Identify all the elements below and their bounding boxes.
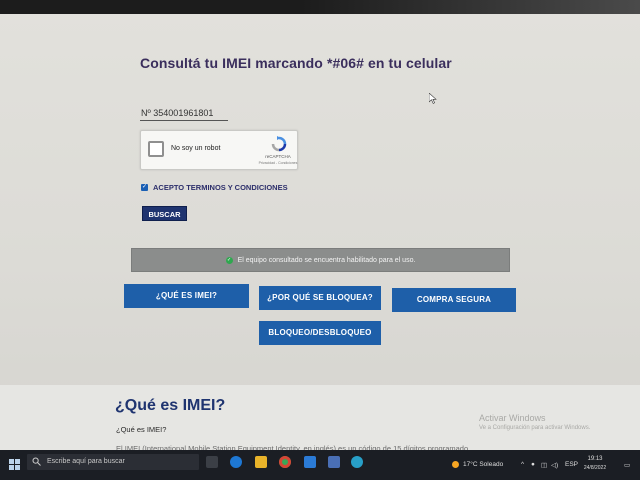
check-circle-icon: ✓ <box>225 256 233 264</box>
file-explorer-icon[interactable] <box>255 456 267 468</box>
imei-input[interactable] <box>140 106 228 121</box>
windows-start-icon[interactable] <box>9 459 21 471</box>
notifications-icon[interactable]: ▭ <box>624 461 630 469</box>
recaptcha-checkbox[interactable] <box>148 141 164 157</box>
watermark-subtitle: Ve a Configuración para activar Windows. <box>479 425 591 431</box>
clock-time: 19:13 <box>587 456 603 462</box>
section-title: ¿Qué es IMEI? <box>115 397 226 414</box>
mouse-cursor-icon <box>429 93 437 104</box>
recaptcha-widget: No soy un robot reCAPTCHA Privacidad - C… <box>140 130 298 170</box>
network-icon[interactable]: ◫ <box>541 461 547 469</box>
language-indicator[interactable]: ESP <box>565 461 578 468</box>
monitor-bezel <box>0 0 640 14</box>
taskbar-clock[interactable]: 19:13 24/8/2022 <box>580 456 610 471</box>
por-que-se-bloquea-button[interactable]: ¿POR QUÉ SE BLOQUEA? <box>259 286 381 310</box>
volume-icon[interactable]: ◁) <box>551 461 558 469</box>
taskbar-search-placeholder: Escribe aquí para buscar <box>47 458 125 465</box>
clock-date: 24/8/2022 <box>583 465 607 471</box>
que-es-imei-button[interactable]: ¿QUÉ ES IMEI? <box>124 284 249 308</box>
weather-text: 17°C Soleado <box>463 461 504 468</box>
chrome-browser-icon[interactable] <box>279 456 291 468</box>
taskbar-search-box[interactable]: Escribe aquí para buscar <box>27 454 199 470</box>
store-icon[interactable] <box>304 456 316 468</box>
watermark-title: Activar Windows <box>479 413 546 423</box>
recaptcha-logo-icon <box>271 136 287 152</box>
activate-windows-watermark: Activar Windows Ve a Configuración para … <box>479 413 590 431</box>
compra-segura-button[interactable]: COMPRA SEGURA <box>392 288 516 312</box>
terms-checkbox-row[interactable]: ✓ ACEPTO TERMINOS Y CONDICIONES <box>141 183 288 192</box>
terms-label: ACEPTO TERMINOS Y CONDICIONES <box>153 183 288 192</box>
recaptcha-links[interactable]: Privacidad - Condiciones <box>258 161 298 165</box>
screen: Consultá tu IMEI marcando *#06# en tu ce… <box>0 0 640 480</box>
search-icon <box>32 457 41 466</box>
recaptcha-label: No soy un robot <box>171 145 221 152</box>
bloqueo-desbloqueo-button[interactable]: BLOQUEO/DESBLOQUEO <box>259 321 381 345</box>
page-title: Consultá tu IMEI marcando *#06# en tu ce… <box>140 55 452 71</box>
section-subtitle: ¿Qué es IMEI? <box>116 425 167 434</box>
weather-widget[interactable]: 17°C Soleado <box>452 461 503 468</box>
sun-icon <box>452 461 459 468</box>
task-view-icon[interactable] <box>206 456 218 468</box>
edge-browser-icon[interactable] <box>230 456 242 468</box>
app-icon[interactable] <box>328 456 340 468</box>
tray-app-icon[interactable]: ● <box>531 461 535 468</box>
status-text: El equipo consultado se encuentra habili… <box>237 256 416 264</box>
app-icon[interactable] <box>351 456 363 468</box>
screen-glare <box>300 0 640 14</box>
tray-chevron-icon[interactable]: ^ <box>521 461 524 468</box>
terms-checkbox[interactable]: ✓ <box>141 184 148 191</box>
recaptcha-brand: reCAPTCHA <box>265 154 291 159</box>
search-button[interactable]: BUSCAR <box>142 206 187 221</box>
result-status-bar: ✓ El equipo consultado se encuentra habi… <box>131 248 510 272</box>
